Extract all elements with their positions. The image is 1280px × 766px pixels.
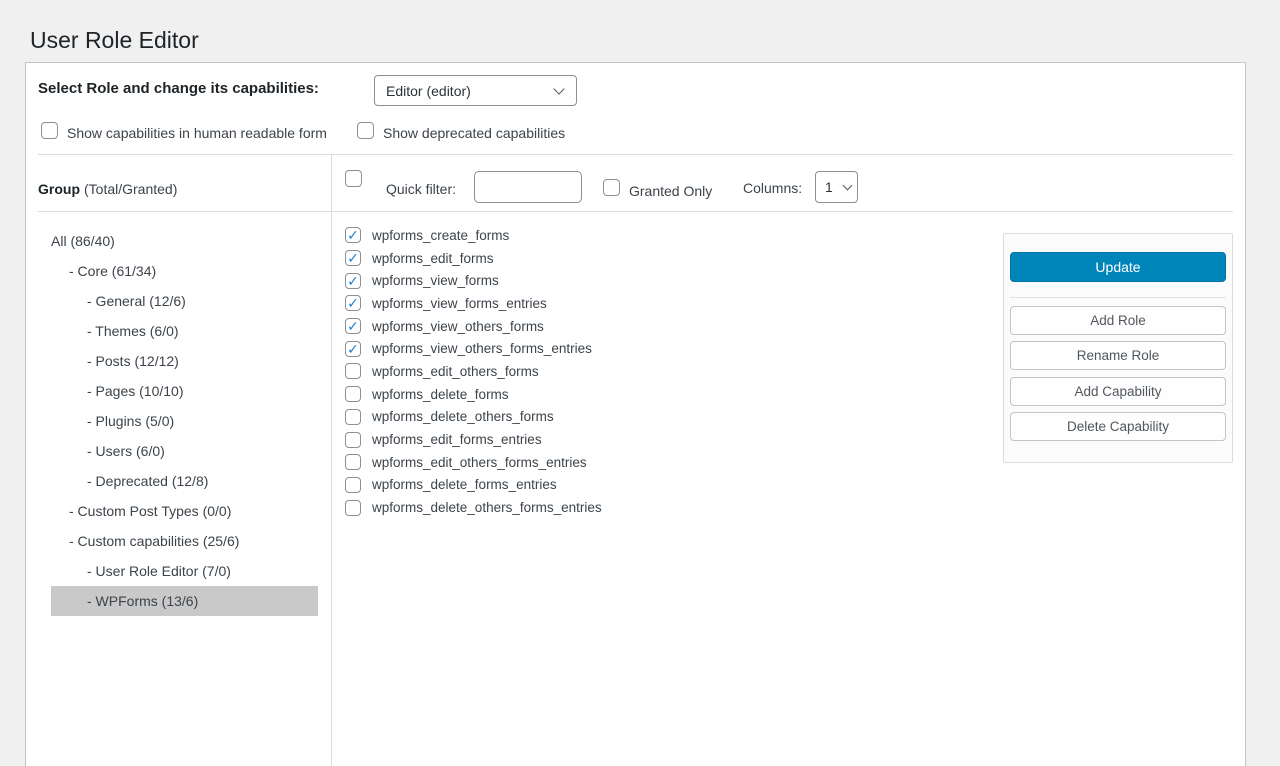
capability-checkbox[interactable] bbox=[345, 477, 361, 493]
columns-select[interactable]: 1 bbox=[815, 171, 858, 203]
chevron-down-icon bbox=[843, 180, 853, 190]
capability-row: wpforms_delete_others_forms bbox=[345, 406, 602, 429]
add-capability-button[interactable]: Add Capability bbox=[1010, 377, 1226, 406]
divider bbox=[1010, 297, 1226, 298]
capability-row: wpforms_delete_forms bbox=[345, 383, 602, 406]
human-readable-checkbox[interactable] bbox=[41, 122, 58, 139]
group-tree-item[interactable]: - User Role Editor (7/0) bbox=[51, 556, 318, 586]
capability-label: wpforms_delete_forms_entries bbox=[372, 477, 557, 492]
capability-label: wpforms_view_forms_entries bbox=[372, 296, 547, 311]
role-select[interactable]: Editor (editor) bbox=[374, 75, 577, 106]
capability-row: wpforms_edit_others_forms_entries bbox=[345, 451, 602, 474]
delete-capability-button[interactable]: Delete Capability bbox=[1010, 412, 1226, 441]
capability-checkbox[interactable] bbox=[345, 295, 361, 311]
capability-checkbox[interactable] bbox=[345, 227, 361, 243]
group-tree-item[interactable]: - Plugins (5/0) bbox=[51, 406, 318, 436]
select-all-checkbox[interactable] bbox=[345, 170, 362, 187]
capability-label: wpforms_edit_forms_entries bbox=[372, 432, 542, 447]
rename-role-button[interactable]: Rename Role bbox=[1010, 341, 1226, 370]
capability-row: wpforms_delete_others_forms_entries bbox=[345, 496, 602, 519]
capability-row: wpforms_view_others_forms bbox=[345, 315, 602, 338]
show-deprecated-label: Show deprecated capabilities bbox=[383, 125, 565, 141]
capability-row: wpforms_view_others_forms_entries bbox=[345, 337, 602, 360]
capability-label: wpforms_view_forms bbox=[372, 273, 499, 288]
capability-row: wpforms_view_forms_entries bbox=[345, 292, 602, 315]
group-tree-item[interactable]: - Core (61/34) bbox=[51, 256, 318, 286]
capability-checkbox[interactable] bbox=[345, 273, 361, 289]
group-tree-item[interactable]: - Custom capabilities (25/6) bbox=[51, 526, 318, 556]
show-deprecated-checkbox[interactable] bbox=[357, 122, 374, 139]
capability-label: wpforms_view_others_forms_entries bbox=[372, 341, 592, 356]
vertical-divider bbox=[331, 155, 332, 766]
columns-select-value: 1 bbox=[825, 179, 833, 195]
role-select-label: Select Role and change its capabilities: bbox=[38, 80, 319, 97]
granted-only-checkbox[interactable] bbox=[603, 179, 620, 196]
quick-filter-input[interactable] bbox=[474, 171, 582, 203]
capability-checkbox[interactable] bbox=[345, 363, 361, 379]
capability-label: wpforms_edit_others_forms bbox=[372, 364, 539, 379]
capability-checkbox[interactable] bbox=[345, 250, 361, 266]
capability-row: wpforms_view_forms bbox=[345, 269, 602, 292]
group-tree-item[interactable]: - Pages (10/10) bbox=[51, 376, 318, 406]
divider bbox=[38, 211, 1233, 212]
capability-checkbox[interactable] bbox=[345, 386, 361, 402]
human-readable-label: Show capabilities in human readable form bbox=[67, 125, 327, 141]
capability-checkbox[interactable] bbox=[345, 409, 361, 425]
capability-list: wpforms_create_forms wpforms_edit_formswp… bbox=[345, 224, 602, 519]
actions-panel: Update Add Role Rename Role Add Capabili… bbox=[1003, 233, 1233, 463]
update-button[interactable]: Update bbox=[1010, 252, 1226, 282]
page-title: User Role Editor bbox=[30, 26, 199, 56]
capability-label: wpforms_edit_others_forms_entries bbox=[372, 455, 587, 470]
chevron-down-icon bbox=[553, 83, 564, 94]
group-tree-item[interactable]: All (86/40) bbox=[51, 226, 318, 256]
add-role-button[interactable]: Add Role bbox=[1010, 306, 1226, 335]
capability-label: wpforms_delete_forms bbox=[372, 387, 509, 402]
capability-label: wpforms_edit_forms bbox=[372, 251, 494, 266]
capability-row: wpforms_create_forms bbox=[345, 224, 602, 247]
capability-checkbox[interactable] bbox=[345, 454, 361, 470]
role-select-value: Editor (editor) bbox=[386, 83, 471, 99]
group-tree-item[interactable]: - WPForms (13/6) bbox=[51, 586, 318, 616]
capability-checkbox[interactable] bbox=[345, 432, 361, 448]
capability-row: wpforms_edit_others_forms bbox=[345, 360, 602, 383]
capability-row: wpforms_edit_forms bbox=[345, 247, 602, 270]
divider bbox=[38, 154, 1233, 155]
capability-label: wpforms_delete_others_forms bbox=[372, 409, 554, 424]
capability-row: wpforms_edit_forms_entries bbox=[345, 428, 602, 451]
group-tree-item[interactable]: - Users (6/0) bbox=[51, 436, 318, 466]
quick-filter-label: Quick filter: bbox=[386, 181, 456, 197]
granted-only-label: Granted Only bbox=[629, 183, 712, 199]
capability-label: wpforms_delete_others_forms_entries bbox=[372, 500, 602, 515]
group-tree-item[interactable]: - Posts (12/12) bbox=[51, 346, 318, 376]
group-tree-item[interactable]: - Custom Post Types (0/0) bbox=[51, 496, 318, 526]
columns-label: Columns: bbox=[743, 180, 802, 196]
capability-label: wpforms_create_forms bbox=[372, 228, 509, 243]
group-tree-item[interactable]: - Themes (6/0) bbox=[51, 316, 318, 346]
capability-checkbox[interactable] bbox=[345, 318, 361, 334]
group-heading: Group(Total/Granted) bbox=[38, 181, 177, 197]
capability-row: wpforms_delete_forms_entries bbox=[345, 474, 602, 497]
capability-checkbox[interactable] bbox=[345, 341, 361, 357]
group-tree-item[interactable]: - General (12/6) bbox=[51, 286, 318, 316]
group-tree: All (86/40)- Core (61/34)- General (12/6… bbox=[51, 226, 318, 616]
capability-checkbox[interactable] bbox=[345, 500, 361, 516]
group-tree-item[interactable]: - Deprecated (12/8) bbox=[51, 466, 318, 496]
capability-label: wpforms_view_others_forms bbox=[372, 319, 544, 334]
